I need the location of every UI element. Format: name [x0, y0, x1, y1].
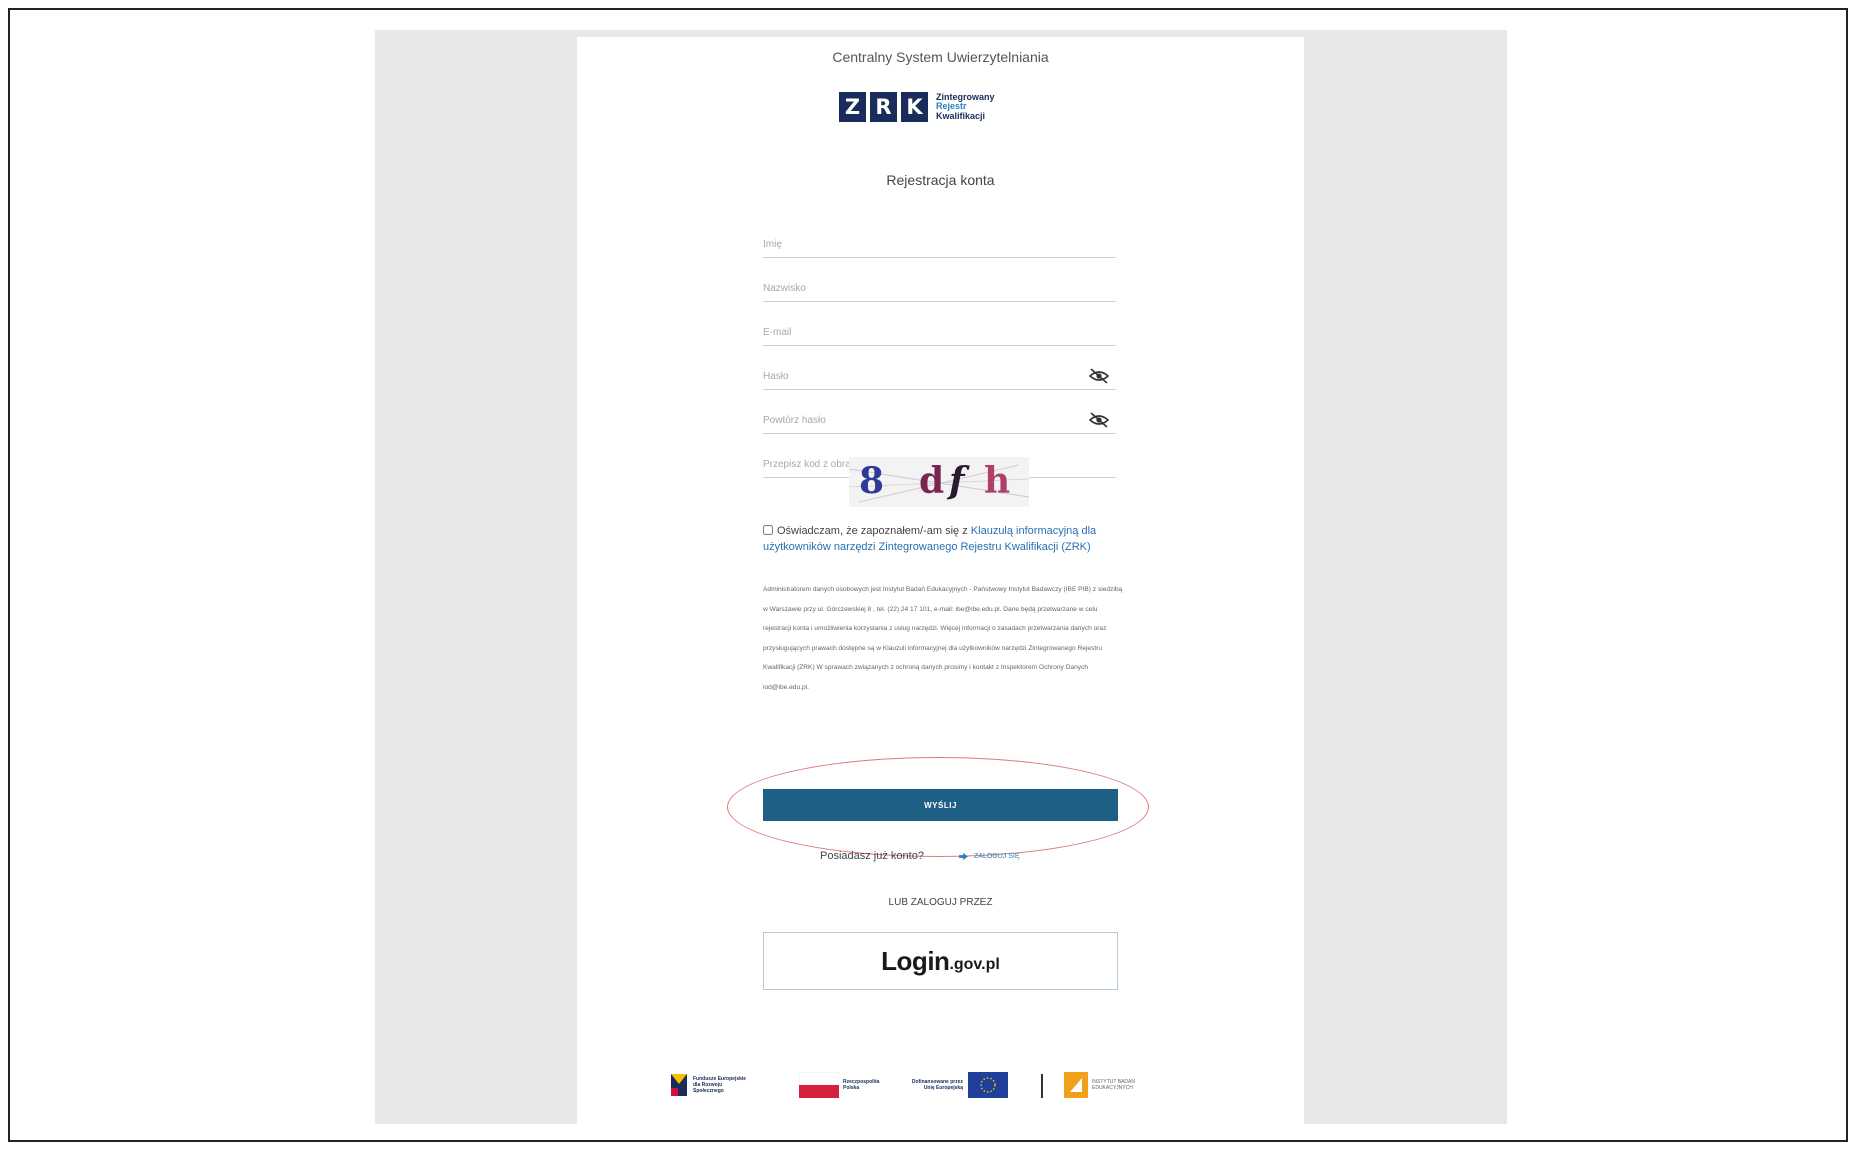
gdpr-notice: Administratorem danych osobowych jest In…: [763, 586, 1123, 691]
first-name-field[interactable]: [763, 233, 1116, 258]
footer-logo-ibe-text: INSTYTUT BADAŃ EDUKACYJNYCH: [1092, 1079, 1135, 1091]
have-account-text: Posiadasz już konto?: [820, 850, 924, 862]
footer-logo-eu: Dofinansowane przez Unię Europejską: [907, 1072, 1008, 1098]
password-input[interactable]: [763, 365, 1073, 387]
consent-prefix: Oświadczam, że zapoznałem/-am się z: [777, 525, 968, 537]
footer-logo-rp: Rzeczpospolita Polska: [799, 1072, 880, 1098]
login-gov-button[interactable]: Login .gov.pl: [763, 932, 1118, 990]
poland-flag-icon: [799, 1072, 839, 1098]
logo-text: Zintegrowany Rejestr Kwalifikacji: [936, 92, 995, 122]
ibe-logo-icon: [1064, 1072, 1088, 1098]
footer-logo-eu-text: Dofinansowane przez Unię Europejską: [911, 1079, 963, 1091]
funds-logo-icon: [671, 1074, 687, 1096]
footer-divider: [1041, 1074, 1043, 1098]
captcha-image: 8 d f h: [849, 457, 1029, 507]
eye-slash-icon[interactable]: [1088, 367, 1110, 385]
logo-line-3: Kwalifikacji: [936, 110, 986, 121]
consent-checkbox[interactable]: [763, 525, 773, 535]
last-name-field[interactable]: [763, 277, 1116, 302]
password-field[interactable]: [763, 365, 1116, 390]
last-name-input[interactable]: [763, 277, 1073, 299]
footer-logo-ibe: INSTYTUT BADAŃ EDUKACYJNYCH: [1064, 1072, 1140, 1098]
eu-flag-icon: [968, 1072, 1008, 1098]
logo-letter-r: R: [870, 92, 897, 122]
eye-slash-icon[interactable]: [1088, 411, 1110, 429]
registration-card: Centralny System Uwierzytelniania Z R K …: [577, 37, 1304, 1124]
footer-logo-fe-text: Fundusze Europejskie dla Rozwoju Społecz…: [693, 1076, 747, 1094]
consent-block: Oświadczam, że zapoznałem/-am się z Klau…: [763, 523, 1123, 555]
footer-logo-fe: Fundusze Europejskie dla Rozwoju Społecz…: [669, 1070, 753, 1100]
password-repeat-field[interactable]: [763, 409, 1116, 434]
zrk-logo: Z R K Zintegrowany Rejestr Kwalifikacji: [839, 89, 995, 125]
submit-button[interactable]: WYŚLIJ: [763, 789, 1118, 821]
email-input[interactable]: [763, 321, 1073, 343]
form-title: Rejestracja konta: [886, 172, 995, 188]
app-title: Centralny System Uwierzytelniania: [832, 49, 1049, 65]
footer-logo-rp-text: Rzeczpospolita Polska: [843, 1079, 880, 1091]
logo-letter-z: Z: [839, 92, 866, 122]
sign-in-icon: [959, 853, 968, 860]
logo-letter-k: K: [901, 92, 928, 122]
captcha-text: 8 d f h: [859, 460, 1010, 502]
alt-login-heading: LUB ZALOGUJ PRZEZ: [888, 897, 993, 908]
login-gov-suffix: .gov.pl: [949, 955, 1000, 973]
first-name-input[interactable]: [763, 233, 1073, 255]
footer-logos: Fundusze Europejskie dla Rozwoju Społecz…: [669, 1070, 1219, 1102]
login-link-label: ZALOGUJ SIĘ: [974, 853, 1020, 860]
login-gov-brand: Login: [881, 945, 950, 976]
email-field[interactable]: [763, 321, 1116, 346]
password-repeat-input[interactable]: [763, 409, 1073, 431]
login-link[interactable]: ZALOGUJ SIĘ: [959, 853, 1020, 860]
